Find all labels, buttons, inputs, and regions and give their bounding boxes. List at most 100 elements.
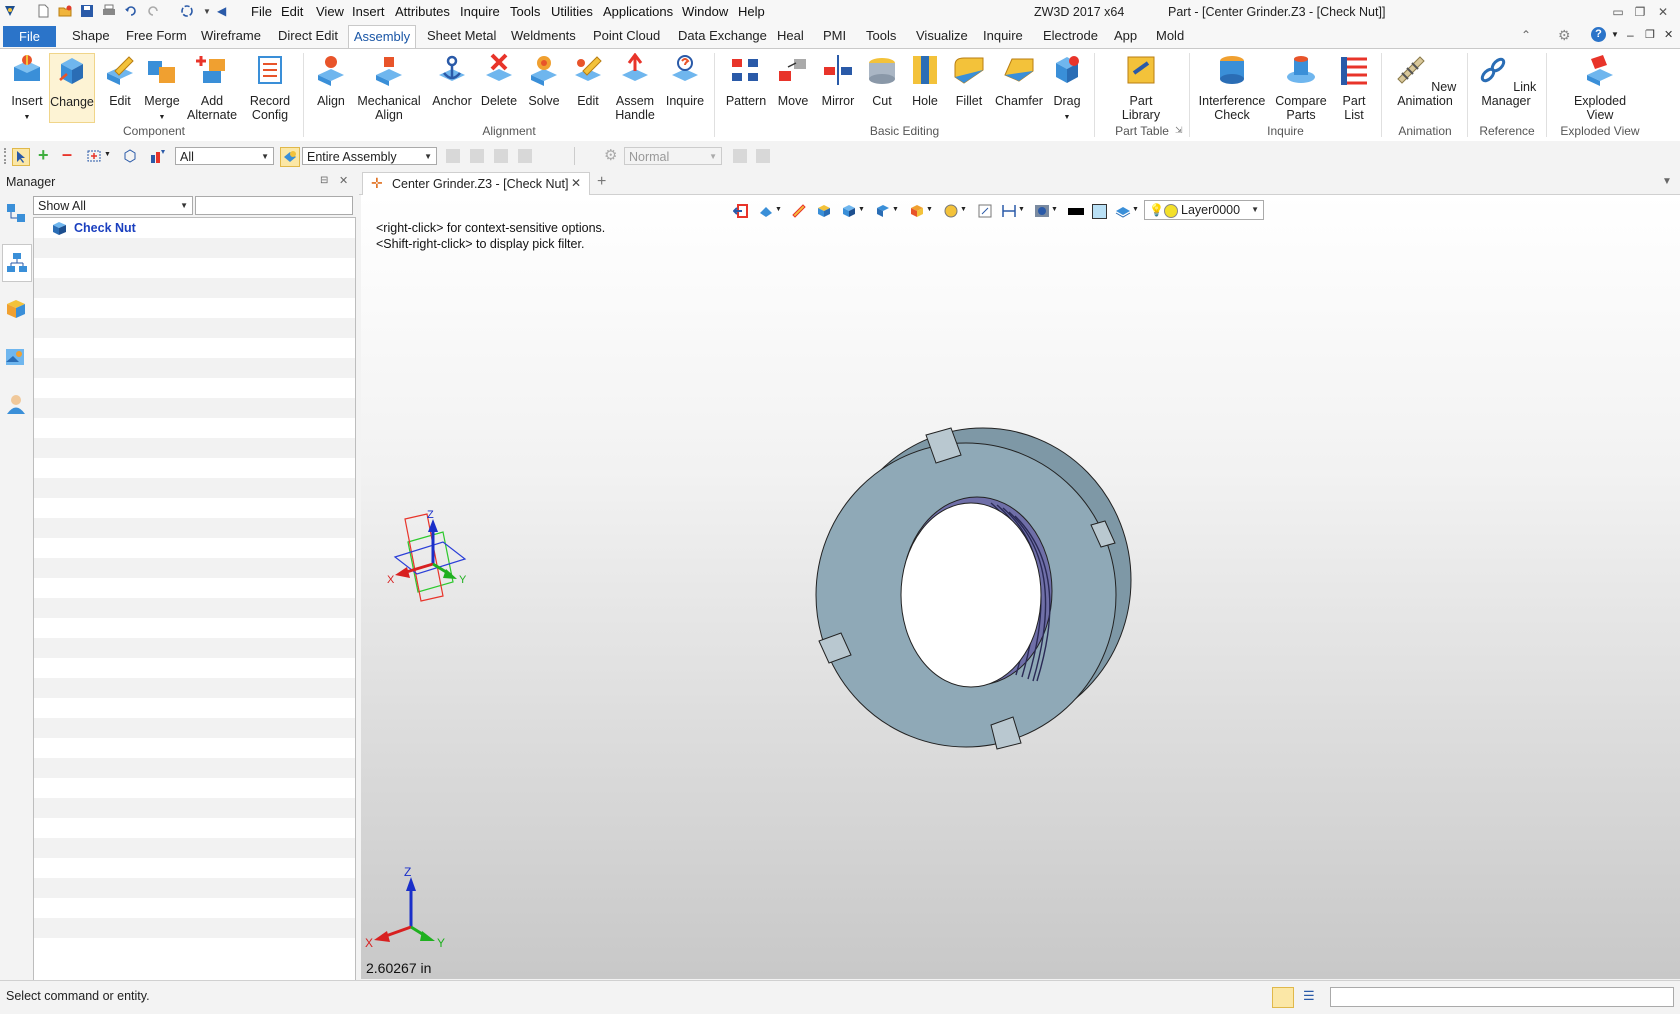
chevron-down-icon[interactable]: ▼ <box>858 206 865 213</box>
tab-pmi[interactable]: PMI <box>823 28 846 43</box>
menu-edit[interactable]: Edit <box>281 4 303 19</box>
collapse-ribbon-icon[interactable]: ⌃ <box>1521 28 1531 42</box>
user-manager-icon[interactable] <box>5 393 27 415</box>
pattern-button[interactable]: Pattern <box>722 53 770 108</box>
status-list-icon[interactable]: ☰ <box>1303 988 1315 1004</box>
help-icon[interactable]: ? <box>1591 27 1606 42</box>
tab-weldments[interactable]: Weldments <box>511 28 576 43</box>
restore-icon[interactable]: ❐ <box>1633 5 1647 19</box>
chevron-down-icon[interactable]: ▼ <box>775 206 782 213</box>
view-orientation-icon[interactable] <box>758 203 774 219</box>
box-select-dropdown-icon[interactable]: ▼ <box>104 151 111 158</box>
chevron-down-icon[interactable]: ▼ <box>892 206 899 213</box>
exit-icon[interactable] <box>733 203 749 219</box>
add-alternate-button[interactable]: Add Alternate <box>187 53 237 122</box>
view-manager-icon[interactable] <box>5 346 27 368</box>
cut-button[interactable]: Cut <box>862 53 902 108</box>
mode-dropdown[interactable]: Normal ▼ <box>624 147 722 165</box>
insert-component-button[interactable]: Insert ▼ <box>8 53 46 125</box>
fillet-button[interactable]: Fillet <box>948 53 990 108</box>
help-dropdown-icon[interactable]: ▼ <box>1611 30 1619 39</box>
scope-dropdown[interactable]: Entire Assembly ▼ <box>302 147 437 165</box>
tab-data-exchange[interactable]: Data Exchange <box>678 28 767 43</box>
chevron-down-icon[interactable]: ▼ <box>1051 206 1058 213</box>
chevron-down-icon[interactable]: ▼ <box>1018 206 1025 213</box>
tab-free-form[interactable]: Free Form <box>126 28 187 43</box>
save-icon[interactable] <box>80 4 94 18</box>
ruler-icon[interactable] <box>791 203 807 219</box>
tab-direct-edit[interactable]: Direct Edit <box>278 28 338 43</box>
history-manager-icon[interactable] <box>5 202 27 224</box>
tab-file[interactable]: File <box>3 26 56 47</box>
tab-inquire[interactable]: Inquire <box>983 28 1023 43</box>
lasso-select-icon[interactable] <box>122 148 138 164</box>
tab-shape[interactable]: Shape <box>72 28 110 43</box>
add-pick-icon[interactable]: + <box>38 145 49 166</box>
record-config-button[interactable]: Record Config <box>245 53 295 122</box>
tab-app[interactable]: App <box>1114 28 1137 43</box>
tab-sheet-metal[interactable]: Sheet Metal <box>427 28 496 43</box>
edit-component-button[interactable]: Edit <box>100 53 140 108</box>
change-component-button[interactable]: Change <box>49 53 95 123</box>
mirror-button[interactable]: Mirror <box>816 53 860 108</box>
tree-item-root[interactable]: Check Nut <box>34 218 355 238</box>
interference-check-button[interactable]: Interference Check <box>1197 53 1267 122</box>
new-file-icon[interactable] <box>36 4 50 18</box>
tab-mold[interactable]: Mold <box>1156 28 1184 43</box>
doc-minimize-icon[interactable]: – <box>1627 28 1634 42</box>
align-button[interactable]: Align <box>311 53 351 108</box>
menu-tools[interactable]: Tools <box>510 4 540 19</box>
document-tab[interactable]: ✛ Center Grinder.Z3 - [Check Nut] ✕ <box>362 172 590 195</box>
doc-restore-icon[interactable]: ❐ <box>1645 28 1655 41</box>
chevron-down-icon[interactable]: ▼ <box>960 206 967 213</box>
move-button[interactable]: Move <box>772 53 814 108</box>
tab-tools[interactable]: Tools <box>866 28 896 43</box>
zoom-fit-icon[interactable] <box>977 203 993 219</box>
menu-inquire[interactable]: Inquire <box>460 4 500 19</box>
pick-select-icon[interactable] <box>12 148 30 166</box>
doc-close-icon[interactable]: ✕ <box>1664 28 1673 41</box>
delete-constraint-button[interactable]: Delete <box>478 53 520 108</box>
assembly-scope-icon[interactable] <box>280 147 300 167</box>
hole-button[interactable]: Hole <box>906 53 944 108</box>
menu-file[interactable]: File <box>251 4 272 19</box>
quick-access-dropdown-icon[interactable]: ▼ <box>203 7 211 16</box>
command-input[interactable] <box>1330 987 1674 1007</box>
chevron-down-icon[interactable]: ▼ <box>926 206 933 213</box>
part-list-button[interactable]: Part List <box>1334 53 1374 122</box>
tab-point-cloud[interactable]: Point Cloud <box>593 28 660 43</box>
solve-button[interactable]: Solve <box>524 53 564 108</box>
status-toggle-icon[interactable] <box>1272 987 1294 1008</box>
print-icon[interactable] <box>102 4 116 18</box>
menu-applications[interactable]: Applications <box>603 4 673 19</box>
tab-assembly[interactable]: Assembly <box>348 25 416 49</box>
edit-constraint-button[interactable]: Edit <box>568 53 608 108</box>
regenerate-icon[interactable] <box>180 4 194 18</box>
menu-view[interactable]: View <box>316 4 344 19</box>
open-file-icon[interactable] <box>58 4 72 18</box>
view-triad[interactable]: Z X Y <box>383 507 493 607</box>
remove-pick-icon[interactable]: – <box>62 144 72 165</box>
check-nut-model[interactable] <box>801 415 1161 755</box>
new-animation-button[interactable]: New Animation <box>1390 53 1460 108</box>
part-table-launcher-icon[interactable]: ⇲ <box>1175 125 1183 136</box>
part-manager-icon[interactable] <box>5 298 27 320</box>
back-icon[interactable]: ◀ <box>217 4 226 18</box>
pick-filter-dropdown[interactable]: All ▼ <box>175 147 274 165</box>
compare-parts-button[interactable]: Compare Parts <box>1272 53 1330 122</box>
section-view-icon[interactable] <box>909 203 925 219</box>
tab-electrode[interactable]: Electrode <box>1043 28 1098 43</box>
close-manager-icon[interactable]: ✕ <box>339 174 348 187</box>
standard-view-icon[interactable] <box>875 203 891 219</box>
app-logo-icon[interactable] <box>3 4 17 18</box>
filter-icon[interactable] <box>150 148 166 164</box>
menu-help[interactable]: Help <box>738 4 765 19</box>
color-swatch-light-blue[interactable] <box>1092 204 1107 219</box>
part-library-button[interactable]: Part Library <box>1112 53 1170 122</box>
assembly-manager-tab[interactable] <box>2 244 32 282</box>
layer-dropdown[interactable]: 💡 Layer0000 ▼ <box>1144 200 1264 220</box>
link-manager-button[interactable]: Link Manager <box>1473 53 1539 108</box>
background-icon[interactable] <box>1034 203 1050 219</box>
tab-wireframe[interactable]: Wireframe <box>201 28 261 43</box>
merge-button[interactable]: Merge ▼ <box>142 53 182 125</box>
